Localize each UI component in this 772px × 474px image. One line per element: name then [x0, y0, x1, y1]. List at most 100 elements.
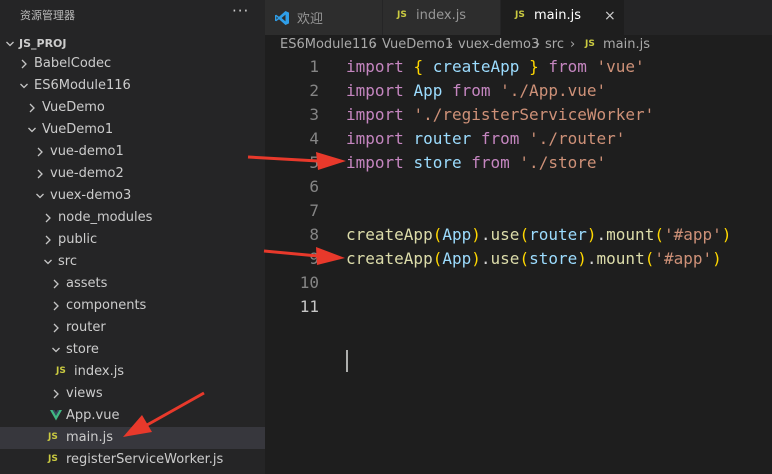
vscode-icon — [275, 11, 289, 25]
code-token: '#app' — [654, 249, 713, 268]
tree-item-label: src — [58, 254, 77, 269]
chevron-right-icon — [53, 389, 59, 399]
code-line: createApp(App).use(store).mount('#app') — [346, 249, 722, 268]
explorer-sidebar: 资源管理器 ··· JS_PROJ BabelCodec ES6Module116 V… — [0, 0, 265, 474]
tree-item-label: VueDemo — [42, 100, 105, 115]
code-token: App — [442, 225, 472, 244]
code-token: router — [413, 129, 472, 148]
code-line: import './registerServiceWorker' — [346, 105, 654, 124]
tree-folder-router[interactable]: router — [0, 317, 265, 339]
tab-label: 欢迎 — [297, 12, 324, 27]
code-token: . — [586, 249, 597, 268]
code-token: ) — [712, 249, 722, 268]
breadcrumb-item[interactable]: src — [545, 37, 564, 52]
code-token: mount — [596, 249, 645, 268]
code-token: store — [413, 153, 462, 172]
code-line: import store from './store' — [346, 153, 606, 172]
code-token: use — [490, 249, 520, 268]
tree-item-label: BabelCodec — [34, 56, 112, 71]
tree-file-app-vue[interactable]: App.vue — [0, 405, 265, 427]
tree-folder-vuedemo1[interactable]: VueDemo1 — [0, 119, 265, 141]
breadcrumb-item[interactable]: VueDemo1 — [382, 37, 453, 52]
tree-folder-vuedemo[interactable]: VueDemo — [0, 97, 265, 119]
tree-folder-babelcodec[interactable]: BabelCodec — [0, 53, 265, 75]
code-line: import router from './router' — [346, 129, 625, 148]
breadcrumb-file[interactable]: main.js — [603, 37, 650, 52]
tree-item-label: components — [66, 298, 147, 313]
tree-folder-views[interactable]: views — [0, 383, 265, 405]
js-file-icon: JS — [585, 39, 595, 49]
tree-item-label: registerServiceWorker.js — [66, 452, 224, 467]
code-token: App — [442, 249, 472, 268]
tab-label: index.js — [416, 8, 467, 23]
chevron-right-icon — [45, 235, 51, 245]
chevron-down-icon — [52, 347, 60, 353]
tab-welcome[interactable]: 欢迎 — [265, 0, 383, 35]
code-token: ) — [721, 225, 732, 244]
tree-file-main-js[interactable]: JS main.js — [0, 427, 265, 449]
more-actions-icon[interactable]: ··· — [232, 2, 249, 20]
chevron-right-icon — [37, 147, 43, 157]
tree-item-label: main.js — [66, 430, 113, 445]
tree-file-registerserviceworker-js[interactable]: JS registerServiceWorker.js — [0, 449, 265, 471]
tree-folder-js-proj[interactable]: JS_PROJ — [0, 33, 265, 55]
explorer-header: 资源管理器 ··· — [0, 0, 265, 30]
code-token: './App.vue' — [500, 81, 607, 100]
line-number: 8 — [309, 225, 319, 244]
tab-main-js[interactable]: JS main.js × — [501, 0, 625, 35]
explorer-title: 资源管理器 — [20, 9, 75, 22]
code-token: createApp — [432, 57, 520, 76]
chevron-right-icon: › — [535, 37, 541, 52]
breadcrumb: ES6Module116 › VueDemo1 › vuex-demo3 › s… — [265, 35, 772, 57]
tab-index-js[interactable]: JS index.js — [383, 0, 501, 35]
editor-tab-bar: 欢迎 JS index.js JS main.js × — [265, 0, 772, 35]
tree-item-label: VueDemo1 — [42, 122, 114, 137]
tree-folder-public[interactable]: public — [0, 229, 265, 251]
close-icon[interactable]: × — [604, 8, 616, 24]
tree-folder-components[interactable]: components — [0, 295, 265, 317]
breadcrumb-item[interactable]: vuex-demo3 — [458, 37, 539, 52]
tree-item-label: public — [58, 232, 98, 247]
tree-folder-assets[interactable]: assets — [0, 273, 265, 295]
tree-folder-src[interactable]: src — [0, 251, 265, 273]
chevron-right-icon — [45, 213, 51, 223]
tree-item-label: vue-demo2 — [50, 166, 124, 181]
chevron-down-icon — [20, 83, 28, 89]
tree-folder-vue-demo2[interactable]: vue-demo2 — [0, 163, 265, 185]
code-token: './router' — [529, 129, 626, 148]
code-editor[interactable]: 1 2 3 4 5 6 7 8 9 10 11 import { createApp } from … — [265, 57, 772, 474]
tree-folder-es6module116[interactable]: ES6Module116 — [0, 75, 265, 97]
chevron-right-icon — [29, 103, 35, 113]
text-cursor — [346, 350, 348, 372]
tree-folder-node-modules[interactable]: node_modules — [0, 207, 265, 229]
code-token: ( — [432, 249, 443, 268]
tree-folder-vue-demo1[interactable]: vue-demo1 — [0, 141, 265, 163]
code-token: from — [451, 81, 491, 100]
tree-file-index-js[interactable]: JS index.js — [0, 361, 265, 383]
tree-folder-store[interactable]: store — [0, 339, 265, 361]
code-token: { — [413, 57, 424, 76]
tab-label: main.js — [534, 8, 581, 23]
code-token: } — [529, 57, 539, 76]
tree-folder-vuex-demo3[interactable]: vuex-demo3 — [0, 185, 265, 207]
code-token: import — [346, 129, 404, 148]
line-number: 3 — [309, 105, 319, 124]
chevron-right-icon — [53, 279, 59, 289]
breadcrumb-item[interactable]: ES6Module116 — [280, 37, 377, 52]
line-number: 6 — [309, 177, 319, 196]
chevron-right-icon — [21, 59, 27, 69]
code-token: from — [480, 129, 520, 148]
code-token: '#app' — [663, 225, 722, 244]
line-number: 11 — [299, 297, 319, 316]
tree-item-label: vuex-demo3 — [50, 188, 132, 203]
